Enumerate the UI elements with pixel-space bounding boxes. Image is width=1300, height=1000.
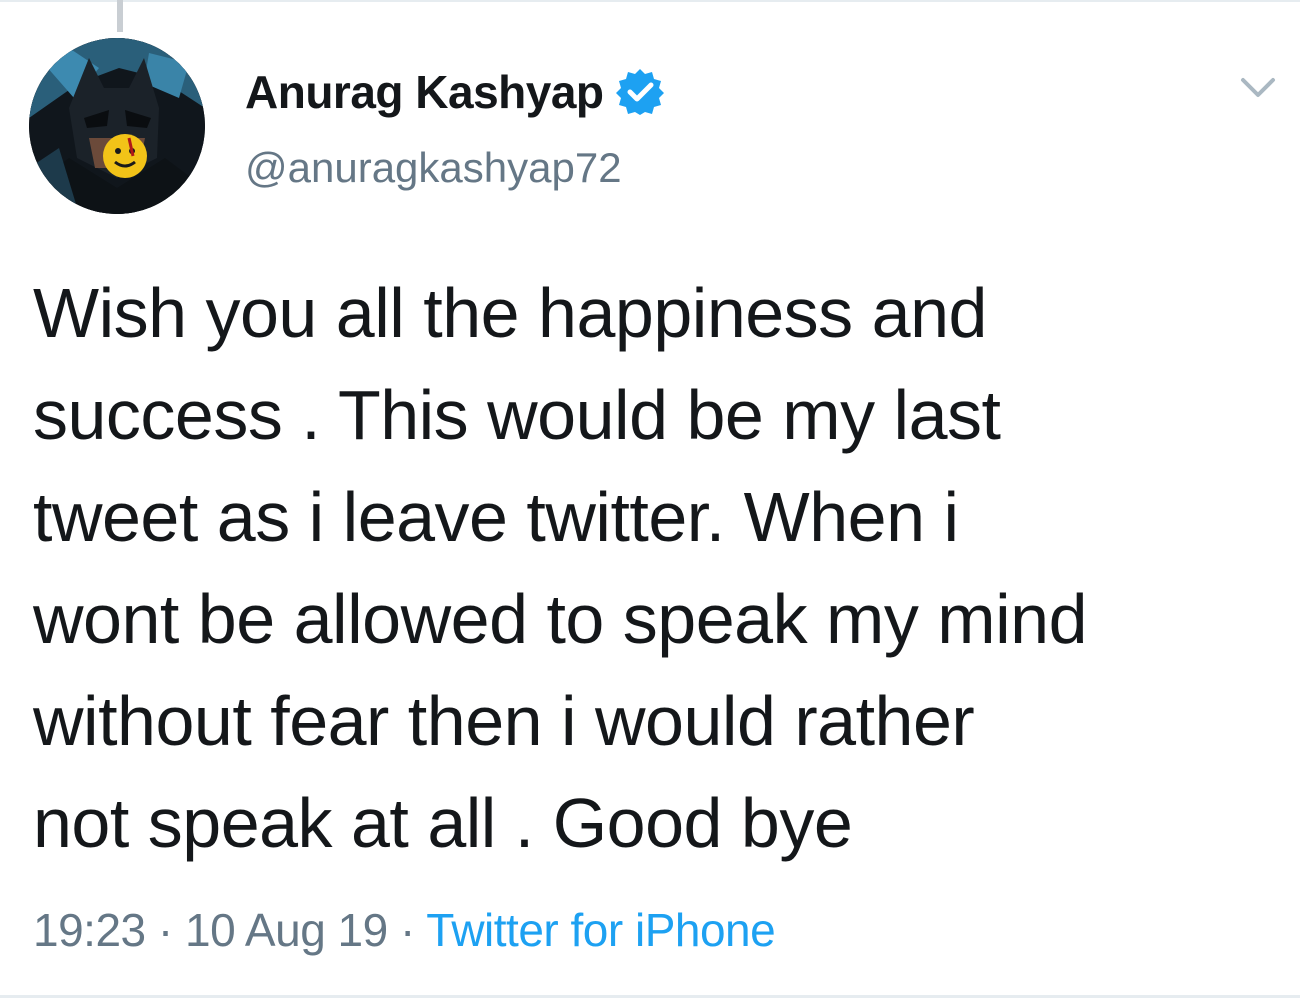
- tweet-date[interactable]: 10 Aug 19: [185, 904, 388, 956]
- tweet-text-line: success . This would be my last: [33, 376, 1001, 454]
- author-display-name[interactable]: Anurag Kashyap: [245, 65, 604, 119]
- thread-connector-line: [117, 0, 123, 32]
- tweet-text-line: not speak at all . Good bye: [33, 784, 853, 862]
- tweet-text-line: without fear then i would rather: [33, 682, 975, 760]
- tweet-text-line: tweet as i leave twitter. When i: [33, 478, 959, 556]
- chevron-down-icon[interactable]: [1233, 68, 1283, 108]
- author-handle[interactable]: @anuragkashyap72: [245, 144, 622, 192]
- author-name-row[interactable]: Anurag Kashyap: [245, 62, 664, 122]
- tweet-time[interactable]: 19:23: [33, 904, 146, 956]
- tweet-text-line: wont be allowed to speak my mind: [33, 580, 1088, 658]
- tweet-text-line: Wish you all the happiness and: [33, 274, 987, 352]
- avatar[interactable]: [29, 38, 205, 214]
- tweet-meta: 19:23 · 10 Aug 19 · Twitter for iPhone: [33, 897, 776, 963]
- tweet-text: Wish you all the happiness and success .…: [33, 262, 1288, 874]
- meta-separator: ·: [400, 904, 415, 956]
- tweet-source-link[interactable]: Twitter for iPhone: [426, 904, 775, 956]
- bottom-divider: [0, 995, 1300, 998]
- batman-avatar-icon: [29, 38, 205, 214]
- meta-separator: ·: [157, 904, 173, 956]
- verified-badge-icon: [615, 68, 664, 116]
- top-divider: [0, 0, 1300, 2]
